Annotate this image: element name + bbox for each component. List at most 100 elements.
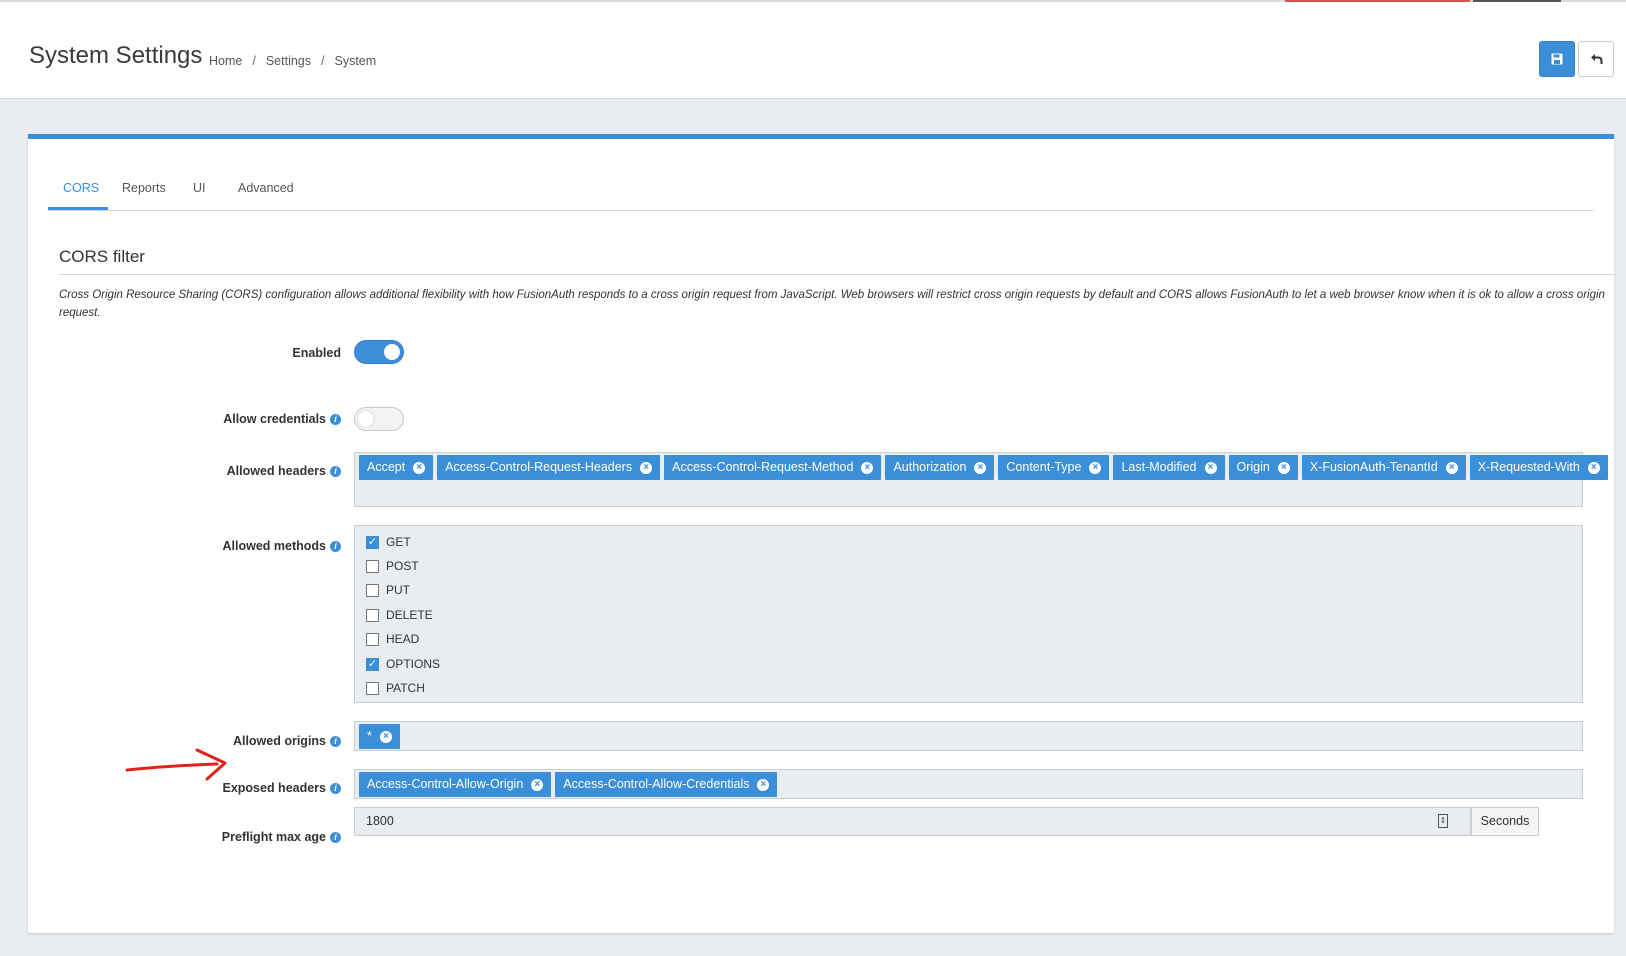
- allow-credentials-label-text: Allow credentials: [223, 412, 326, 426]
- page-title: System Settings: [29, 42, 203, 69]
- tab-bar: CORS Reports UI Advanced: [48, 179, 1594, 211]
- chip-label: Last-Modified: [1121, 460, 1197, 474]
- breadcrumb-home[interactable]: Home: [209, 54, 242, 68]
- remove-icon[interactable]: ×: [379, 730, 392, 743]
- header-chip: X-FusionAuth-TenantId ×: [1301, 455, 1466, 480]
- toggle-knob: [358, 411, 374, 427]
- allowed-headers-input[interactable]: Accept × Access-Control-Request-Headers × …: [354, 452, 1608, 507]
- allowed-methods-label: Allowed methods i: [223, 539, 341, 553]
- method-patch[interactable]: PATCH: [366, 681, 425, 695]
- method-delete[interactable]: DELETE: [366, 608, 433, 622]
- chip-label: Content-Type: [1006, 460, 1082, 474]
- exposed-header-chip: Access-Control-Allow-Origin ×: [359, 772, 552, 797]
- chip-label: X-FusionAuth-TenantId: [1309, 460, 1438, 474]
- chip-label: Accept: [367, 460, 406, 474]
- chip-label: X-Requested-With: [1477, 460, 1580, 474]
- remove-icon[interactable]: ×: [413, 461, 426, 474]
- allowed-origins-input[interactable]: * ×: [354, 721, 1583, 751]
- chip-label: *: [367, 729, 372, 743]
- remove-icon[interactable]: ×: [1089, 461, 1102, 474]
- remove-icon[interactable]: ×: [531, 778, 544, 791]
- red-annotation-arrow-icon: [125, 748, 227, 781]
- remove-icon[interactable]: ×: [1445, 461, 1458, 474]
- allowed-origins-label-text: Allowed origins: [232, 734, 326, 748]
- chip-label: Origin: [1236, 460, 1270, 474]
- remove-icon[interactable]: ×: [640, 461, 653, 474]
- method-label: PATCH: [386, 681, 425, 695]
- remove-icon[interactable]: ×: [757, 778, 770, 791]
- checkbox[interactable]: [366, 559, 379, 573]
- tab-advanced[interactable]: Advanced: [238, 179, 294, 210]
- undo-arrow-icon: [1590, 54, 1602, 64]
- header-chip: Access-Control-Request-Method ×: [664, 455, 882, 480]
- number-spinner-icon[interactable]: ⇕: [1438, 814, 1448, 828]
- method-label: PUT: [386, 583, 410, 597]
- header-chip: Origin ×: [1228, 455, 1298, 480]
- method-label: GET: [386, 535, 411, 549]
- header-chip: Accept ×: [359, 455, 434, 480]
- save-icon: [1551, 53, 1563, 65]
- method-get[interactable]: ✓ GET: [366, 535, 411, 549]
- remove-icon[interactable]: ×: [861, 461, 874, 474]
- checkbox[interactable]: [366, 632, 379, 646]
- top-accent-red: [1285, 0, 1470, 2]
- header-chip: Last-Modified ×: [1113, 455, 1225, 480]
- back-button[interactable]: [1578, 41, 1614, 77]
- exposed-header-chip: Access-Control-Allow-Credentials ×: [555, 772, 778, 797]
- remove-icon[interactable]: ×: [1277, 461, 1290, 474]
- breadcrumb-system: System: [334, 54, 377, 68]
- exposed-headers-input[interactable]: Access-Control-Allow-Origin × Access-Cont…: [354, 769, 1583, 799]
- chip-label: Access-Control-Allow-Origin: [367, 777, 524, 791]
- method-options[interactable]: ✓ OPTIONS: [366, 657, 440, 671]
- method-post[interactable]: POST: [366, 559, 419, 573]
- tab-ui[interactable]: UI: [193, 179, 206, 210]
- section-description: Cross Origin Resource Sharing (CORS) con…: [59, 289, 1605, 319]
- chip-label: Authorization: [893, 460, 967, 474]
- method-put[interactable]: PUT: [366, 583, 410, 597]
- method-label: POST: [386, 559, 419, 573]
- chip-label: Access-Control-Allow-Credentials: [563, 777, 750, 791]
- checkbox-checked[interactable]: ✓: [366, 535, 379, 549]
- top-accent-dark: [1473, 0, 1561, 2]
- method-label: DELETE: [386, 608, 433, 622]
- settings-panel: CORS Reports UI Advanced CORS filter Cro…: [28, 134, 1615, 933]
- tab-reports[interactable]: Reports: [122, 179, 166, 210]
- save-button[interactable]: [1539, 41, 1575, 77]
- header-chip: Content-Type ×: [998, 455, 1110, 480]
- checkbox-checked[interactable]: ✓: [366, 657, 379, 671]
- info-icon[interactable]: i: [330, 735, 341, 747]
- enabled-toggle[interactable]: [354, 340, 404, 364]
- allow-credentials-toggle[interactable]: [354, 407, 404, 431]
- checkbox[interactable]: [366, 608, 379, 622]
- preflight-max-age-label: Preflight max age i: [222, 830, 341, 844]
- header-chip: Authorization ×: [885, 455, 995, 480]
- tab-cors[interactable]: CORS: [48, 179, 108, 210]
- allow-credentials-label: Allow credentials i: [223, 412, 341, 426]
- remove-icon[interactable]: ×: [974, 461, 987, 474]
- info-icon[interactable]: i: [330, 831, 341, 843]
- info-icon[interactable]: i: [330, 782, 341, 794]
- breadcrumb-separator: /: [252, 54, 256, 68]
- preflight-max-age-input[interactable]: 1800 ⇕: [354, 807, 1471, 836]
- remove-icon[interactable]: ×: [1587, 461, 1600, 474]
- method-label: OPTIONS: [386, 657, 441, 671]
- page-header: System Settings Home / Settings / System: [0, 0, 1626, 99]
- info-icon[interactable]: i: [330, 540, 341, 552]
- checkbox[interactable]: [366, 681, 379, 695]
- enabled-label: Enabled: [292, 346, 341, 360]
- remove-icon[interactable]: ×: [1204, 461, 1217, 474]
- header-chip: Access-Control-Request-Headers ×: [437, 455, 661, 480]
- checkbox[interactable]: [366, 583, 379, 597]
- breadcrumb-settings[interactable]: Settings: [266, 54, 311, 68]
- info-icon[interactable]: i: [330, 413, 341, 425]
- chip-label: Access-Control-Request-Headers: [445, 460, 633, 474]
- enabled-label-text: Enabled: [292, 346, 341, 360]
- method-label: HEAD: [386, 632, 420, 646]
- method-head[interactable]: HEAD: [366, 632, 419, 646]
- info-icon[interactable]: i: [330, 465, 341, 477]
- allowed-methods-list: ✓ GET POST PUT DELETE HEAD ✓ OPTIONS PATCH: [354, 525, 1583, 703]
- allowed-headers-label-text: Allowed headers: [226, 464, 326, 478]
- preflight-value: 1800: [366, 814, 394, 828]
- breadcrumb-separator: /: [321, 54, 325, 68]
- exposed-headers-label-text: Exposed headers: [222, 781, 326, 795]
